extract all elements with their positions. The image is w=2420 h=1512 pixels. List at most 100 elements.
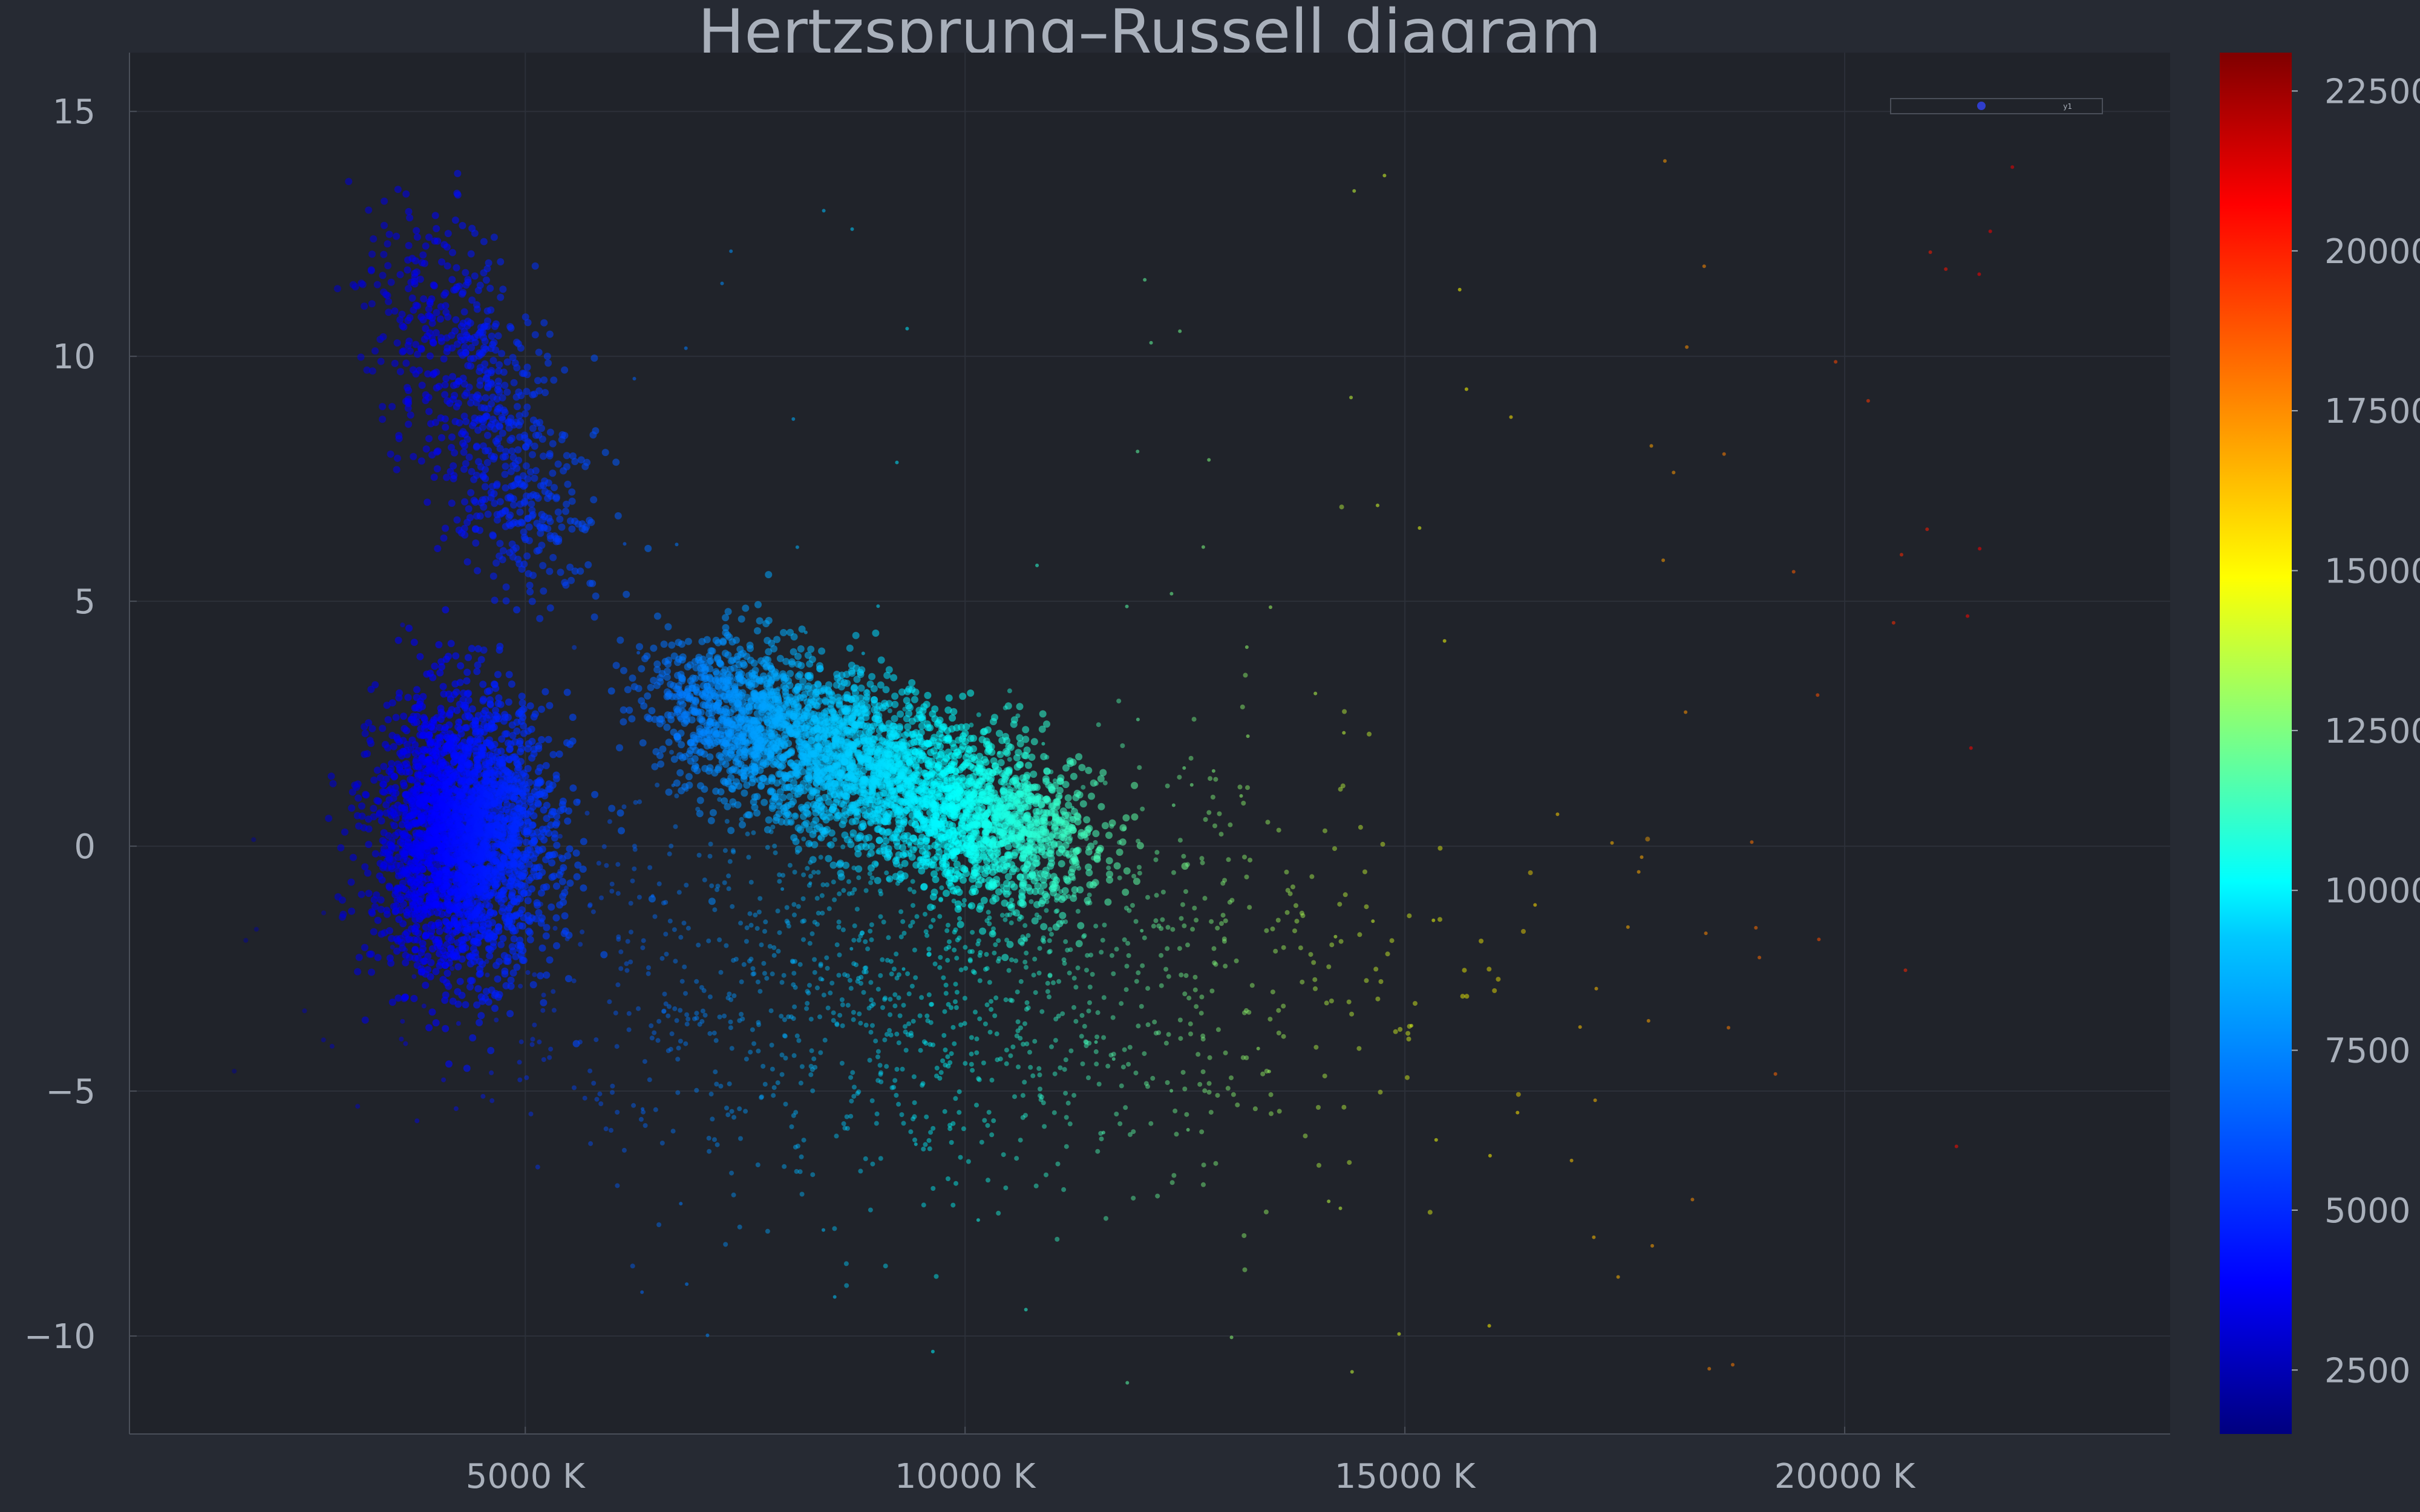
data-point (1062, 764, 1070, 772)
data-point (392, 714, 400, 722)
data-point (1033, 783, 1041, 791)
data-point (661, 657, 669, 665)
data-point (370, 776, 378, 784)
data-point (487, 793, 495, 801)
data-point (501, 914, 509, 922)
data-point (920, 882, 928, 890)
data-point (500, 895, 508, 903)
data-point (713, 670, 721, 677)
data-point (727, 827, 735, 835)
data-point (361, 729, 369, 737)
data-point (644, 692, 652, 700)
data-point (370, 813, 378, 821)
data-point (463, 847, 471, 855)
data-point (381, 741, 389, 748)
data-point (329, 780, 337, 787)
data-point (374, 916, 382, 924)
data-point (425, 1024, 433, 1032)
data-point (459, 893, 466, 901)
data-point (376, 809, 384, 817)
data-point (874, 876, 881, 884)
data-point (1088, 792, 1095, 800)
data-point (524, 889, 532, 897)
data-point (505, 739, 512, 747)
x-tick-label: 20000 K (1774, 1457, 1916, 1496)
data-point (397, 872, 405, 879)
data-point (911, 696, 918, 703)
data-point (386, 884, 393, 891)
data-point (436, 962, 443, 969)
data-point (520, 797, 528, 804)
data-point (489, 842, 497, 850)
data-point (374, 797, 382, 805)
data-point (517, 748, 525, 755)
data-point (430, 846, 437, 853)
data-point (391, 908, 399, 916)
y-ticks: 151050−5−10 (24, 93, 137, 1357)
data-point (486, 696, 494, 704)
data-point (519, 807, 527, 815)
data-point (979, 728, 987, 736)
y-tick-label: 10 (53, 337, 96, 377)
data-point (526, 936, 534, 943)
data-point (564, 817, 572, 825)
data-point (750, 659, 758, 667)
data-point (348, 907, 356, 915)
data-point (495, 923, 503, 931)
data-point (454, 988, 462, 996)
data-point (450, 758, 457, 766)
data-point (422, 982, 430, 989)
data-point (400, 712, 408, 720)
data-point (422, 932, 430, 940)
data-point (442, 1025, 450, 1032)
data-point (483, 830, 491, 838)
data-point (616, 809, 624, 817)
data-point (378, 930, 385, 938)
data-point (733, 778, 740, 786)
data-point (870, 685, 878, 692)
data-point (404, 694, 412, 702)
data-point (458, 777, 466, 785)
data-point (362, 791, 370, 799)
data-point (522, 772, 529, 780)
data-point (897, 710, 904, 718)
y-tick-label: −5 (45, 1072, 96, 1112)
data-point (505, 698, 512, 706)
data-point (502, 982, 510, 989)
data-point (445, 982, 453, 990)
data-point (366, 737, 374, 745)
data-point (410, 639, 418, 646)
data-point (527, 792, 535, 800)
data-point (479, 752, 486, 760)
data-point (561, 912, 569, 920)
data-point (538, 944, 546, 952)
data-point (439, 827, 446, 835)
data-point (765, 617, 773, 624)
data-point (428, 751, 436, 759)
data-point (799, 767, 806, 775)
data-point (1024, 860, 1032, 868)
data-point (1016, 703, 1024, 711)
data-point (437, 855, 445, 862)
data-point (739, 821, 746, 829)
data-point (566, 740, 574, 748)
data-point (371, 850, 379, 858)
data-point (498, 806, 506, 813)
data-point (1064, 794, 1072, 802)
data-point (474, 985, 482, 992)
data-point (1078, 764, 1086, 772)
data-point (416, 653, 424, 660)
data-point (546, 702, 554, 709)
data-point (361, 863, 369, 871)
data-point (439, 976, 447, 983)
data-point (678, 787, 685, 795)
data-point (636, 643, 643, 651)
data-point (459, 917, 466, 925)
data-point (1105, 832, 1113, 839)
data-point (790, 834, 798, 841)
data-point (607, 687, 615, 695)
data-point (569, 714, 577, 721)
data-point (413, 906, 421, 914)
data-point (427, 836, 434, 844)
data-point (337, 844, 345, 852)
